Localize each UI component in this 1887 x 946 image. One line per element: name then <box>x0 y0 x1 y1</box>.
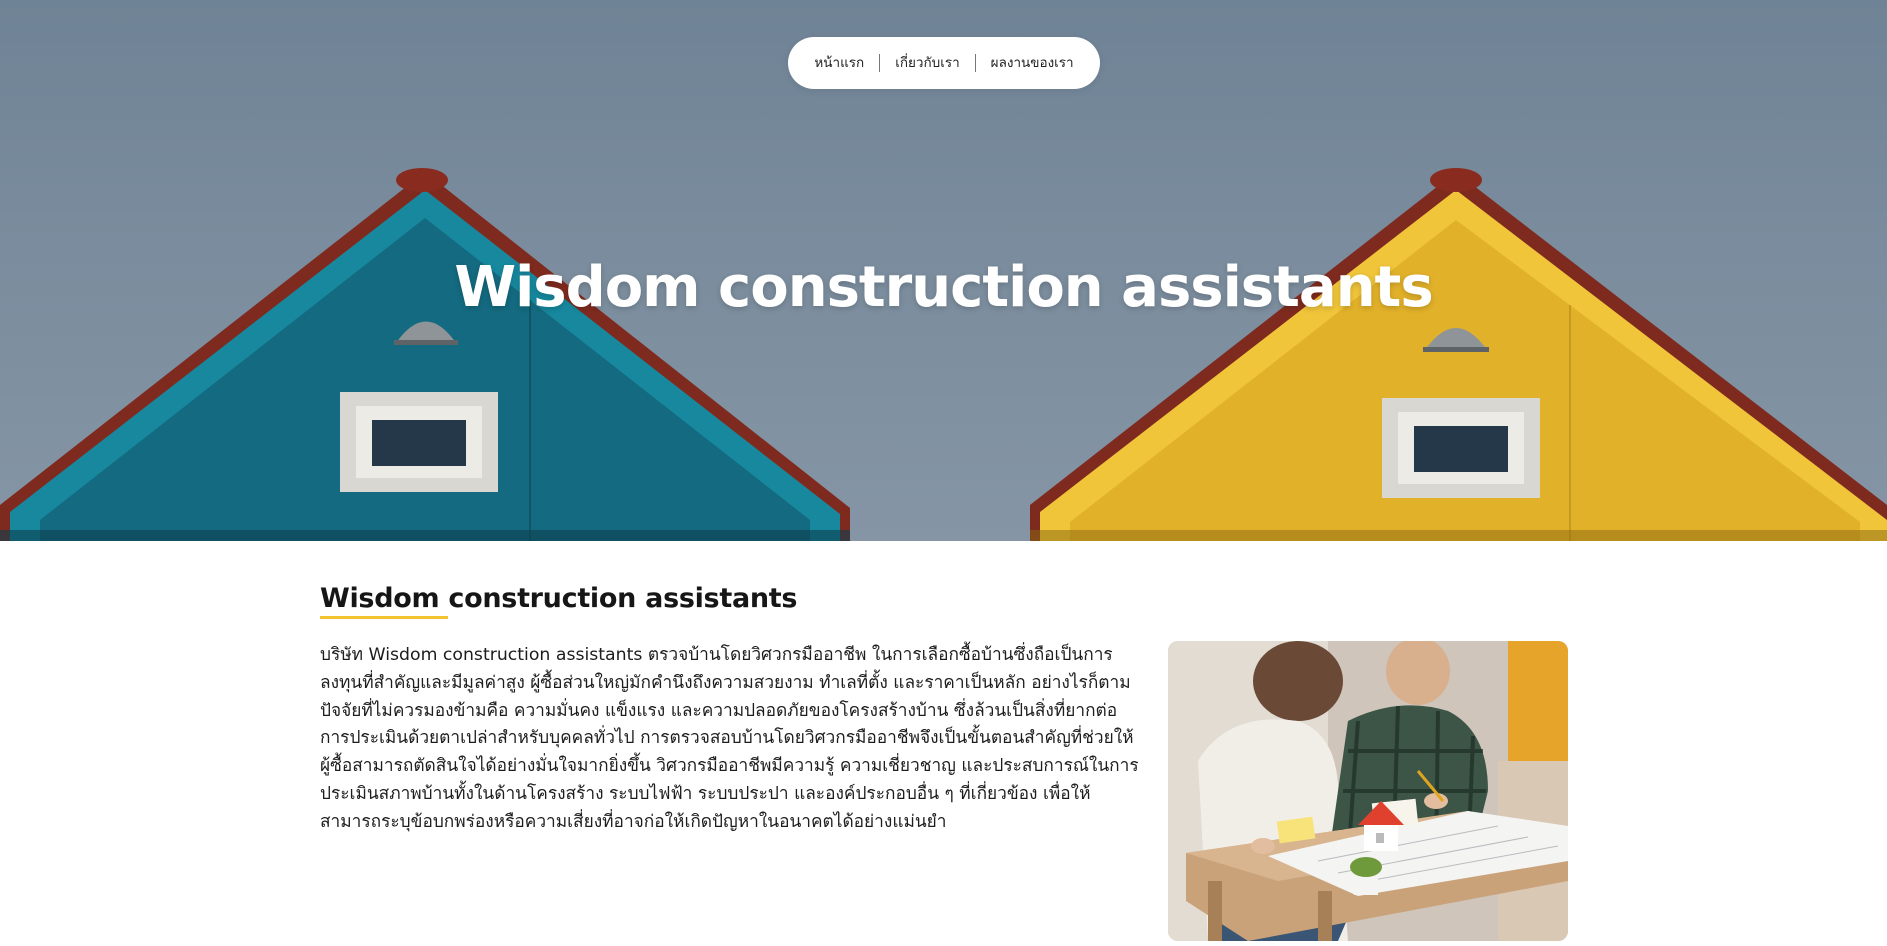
nav-item-home[interactable]: หน้าแรก <box>799 53 879 73</box>
about-section: Wisdom construction assistants บริษัท Wi… <box>0 541 1887 946</box>
couple-planning-house-image <box>1168 641 1568 941</box>
about-body-text: บริษัท Wisdom construction assistants ตร… <box>320 645 1139 832</box>
hero-banner: Wisdom construction assistants หน้าแรก เ… <box>0 0 1887 541</box>
nav-item-portfolio[interactable]: ผลงานของเรา <box>976 53 1089 73</box>
nav-pill: หน้าแรก เกี่ยวกับเรา ผลงานของเรา <box>788 37 1100 89</box>
nav-item-about[interactable]: เกี่ยวกับเรา <box>880 53 974 73</box>
hero-title: Wisdom construction assistants <box>454 255 1433 320</box>
about-title: Wisdom construction assistants <box>320 583 798 614</box>
title-underline <box>320 616 448 619</box>
